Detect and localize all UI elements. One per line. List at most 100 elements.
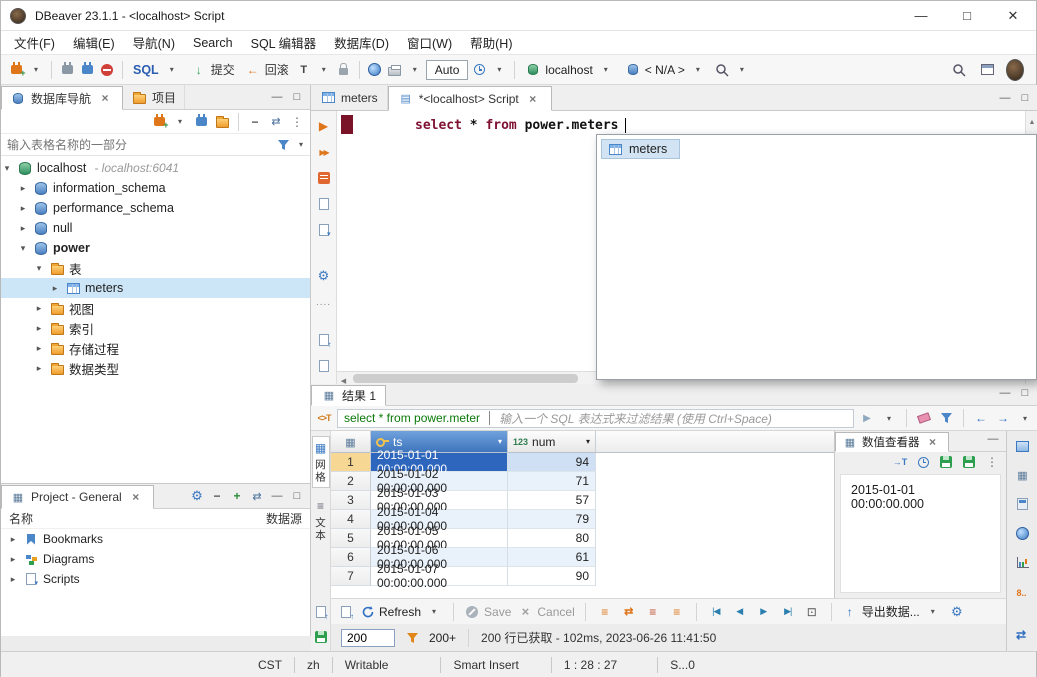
num-cell[interactable]: 79 <box>508 510 596 529</box>
previous-row-icon[interactable] <box>731 603 749 621</box>
close-button[interactable]: ✕ <box>990 1 1036 30</box>
fetch-size-input[interactable] <box>341 629 395 647</box>
table-filter-input[interactable] <box>1 138 274 152</box>
fit-columns-icon[interactable] <box>803 603 821 621</box>
project-item-bookmarks[interactable]: Bookmarks <box>1 529 310 549</box>
value-menu-icon[interactable] <box>983 453 1001 471</box>
search-icon[interactable] <box>950 61 968 79</box>
menu-search[interactable]: Search <box>184 32 242 54</box>
save-as-icon[interactable] <box>960 453 978 471</box>
row-number-cell[interactable]: 2 <box>331 472 371 491</box>
maximize-panel-icon[interactable] <box>1016 384 1034 402</box>
first-row-icon[interactable] <box>707 603 725 621</box>
expand-icon[interactable] <box>228 487 246 505</box>
menu-sql-editor[interactable]: SQL 编辑器 <box>242 32 326 54</box>
dbeaver-menu-icon[interactable] <box>1006 61 1024 79</box>
commit-button[interactable]: 提交 <box>187 60 239 80</box>
new-connection-small-icon[interactable]: + <box>150 113 168 131</box>
menu-help[interactable]: 帮助(H) <box>461 32 521 54</box>
text-view-tab[interactable]: 文本 <box>312 495 330 545</box>
references-panel-icon[interactable] <box>1014 582 1032 600</box>
delete-row-icon[interactable] <box>644 603 662 621</box>
tab-project-general[interactable]: Project - General <box>1 485 154 509</box>
calc-panel-icon[interactable] <box>1014 495 1032 513</box>
transaction-log-icon[interactable] <box>295 61 313 79</box>
commit-mode-combo[interactable]: Auto <box>426 60 469 80</box>
maximize-panel-icon[interactable] <box>288 487 306 505</box>
tab-projects[interactable]: 项目 <box>123 85 185 109</box>
perspective-icon[interactable] <box>978 61 996 79</box>
tree-item-power[interactable]: power <box>1 238 310 258</box>
filter-settings-icon[interactable] <box>937 409 955 427</box>
value-panel-icon[interactable] <box>1014 437 1032 455</box>
autocomplete-item-meters[interactable]: meters <box>601 139 680 159</box>
refresh-result-icon[interactable] <box>312 628 330 646</box>
num-cell[interactable]: 80 <box>508 529 596 548</box>
expand-arrow-icon[interactable] <box>7 554 19 565</box>
maximize-panel-icon[interactable] <box>1016 89 1034 107</box>
next-row-icon[interactable] <box>755 603 773 621</box>
auto-format-icon[interactable] <box>891 453 909 471</box>
history-dropdown-icon[interactable] <box>490 61 508 79</box>
save-script-icon[interactable] <box>315 357 333 375</box>
results-settings-icon[interactable] <box>948 603 966 621</box>
view-menu-icon[interactable] <box>288 113 306 131</box>
explain-plan-icon[interactable] <box>315 169 333 187</box>
new-connection-dropdown-icon[interactable] <box>27 61 45 79</box>
new-connection-icon[interactable]: + <box>7 61 25 79</box>
row-number-cell[interactable]: 4 <box>331 510 371 529</box>
custom-filter-icon[interactable] <box>315 409 333 427</box>
tab-value-viewer[interactable]: 数值查看器 <box>835 432 949 452</box>
print-dropdown-icon[interactable] <box>406 61 424 79</box>
num-cell[interactable]: 90 <box>508 567 596 586</box>
save-value-icon[interactable] <box>937 453 955 471</box>
export-result-icon[interactable] <box>312 603 330 621</box>
new-connection-small-dropdown-icon[interactable] <box>171 113 189 131</box>
transaction-dropdown-icon[interactable] <box>315 61 333 79</box>
tree-item-indexes-folder[interactable]: 索引 <box>1 318 310 338</box>
tree-item-null[interactable]: null <box>1 218 310 238</box>
metadata-panel-icon[interactable] <box>1014 466 1032 484</box>
insert-mode-indicator[interactable]: Smart Insert <box>441 658 530 672</box>
column-dropdown-icon[interactable]: ▾ <box>586 437 590 446</box>
tab-database-navigator[interactable]: 数据库导航 <box>1 86 123 110</box>
datetime-icon[interactable] <box>914 453 932 471</box>
collapse-all-icon[interactable] <box>246 113 264 131</box>
link-with-editor-icon[interactable] <box>267 113 285 131</box>
tab-meters[interactable]: meters <box>311 85 388 110</box>
expand-arrow-icon[interactable] <box>33 323 45 334</box>
minimize-panel-icon[interactable] <box>984 431 1002 448</box>
refresh-button[interactable]: Refresh <box>361 603 443 621</box>
disconnect-icon[interactable] <box>98 61 116 79</box>
column-dropdown-icon[interactable]: ▾ <box>498 437 502 446</box>
gear-icon[interactable] <box>188 487 206 505</box>
maximize-panel-icon[interactable] <box>288 88 306 106</box>
filter-input[interactable]: select * from power.meter 输入一个 SQL 表达式来过… <box>337 409 854 428</box>
filter-history-dropdown-icon[interactable] <box>880 409 898 427</box>
forward-icon[interactable] <box>994 409 1012 427</box>
connection-selector[interactable]: localhost <box>521 60 618 80</box>
num-cell[interactable]: 94 <box>508 453 596 472</box>
export-from-query-icon[interactable] <box>315 221 333 239</box>
num-cell[interactable]: 61 <box>508 548 596 567</box>
menu-file[interactable]: 文件(F) <box>5 32 64 54</box>
execute-script-icon[interactable] <box>315 143 333 161</box>
minimize-panel-icon[interactable] <box>268 88 286 106</box>
apply-filter-icon[interactable] <box>858 409 876 427</box>
link-with-editor-icon[interactable] <box>248 487 266 505</box>
execute-statement-icon[interactable] <box>315 117 333 135</box>
minimize-button[interactable]: — <box>898 1 944 30</box>
expand-arrow-icon[interactable] <box>33 343 45 354</box>
menu-edit[interactable]: 编辑(E) <box>64 32 124 54</box>
fetch-more-button[interactable]: 200+ <box>429 631 456 645</box>
grid-view-tab[interactable]: 网格 <box>312 436 330 488</box>
tree-item-information-schema[interactable]: information_schema <box>1 178 310 198</box>
clear-filter-icon[interactable] <box>915 409 933 427</box>
grid-corner-cell[interactable] <box>331 431 371 453</box>
tree-item-procedures-folder[interactable]: 存储过程 <box>1 338 310 358</box>
pin-result-icon[interactable] <box>337 603 355 621</box>
tab-results-1[interactable]: 结果 1 <box>311 385 386 406</box>
row-number-cell[interactable]: 3 <box>331 491 371 510</box>
navigation-dropdown-icon[interactable] <box>1016 409 1034 427</box>
edit-row-icon[interactable] <box>668 603 686 621</box>
